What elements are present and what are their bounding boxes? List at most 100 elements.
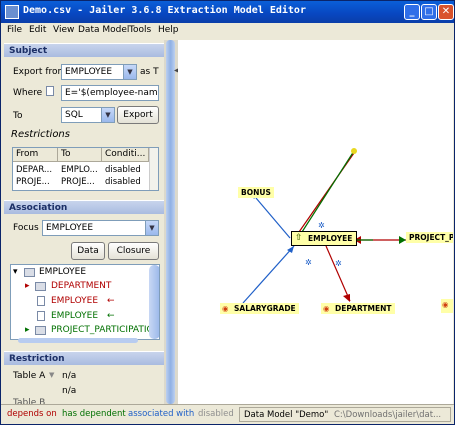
tree-item-label: PROJECT_PARTICIPATION xyxy=(51,325,160,335)
table-icon: ◉ xyxy=(323,304,330,313)
folder-icon xyxy=(24,268,35,277)
expand-icon[interactable]: ▾ xyxy=(13,267,18,277)
table-cell[interactable]: EMPLO... xyxy=(61,165,101,175)
legend-associated-with: associated with xyxy=(128,409,195,419)
menu-data-model[interactable]: Data Model xyxy=(78,25,129,35)
chevron-down-icon: ▼ xyxy=(123,65,136,79)
star-icon: ✲ xyxy=(318,221,325,230)
node-offscreen[interactable]: ◉ xyxy=(441,299,453,313)
edge-employee-department xyxy=(325,245,351,302)
star-icon: ✲ xyxy=(305,258,312,267)
node-employee[interactable]: ⇧ EMPLOYEE xyxy=(291,231,358,246)
edit-condition-icon[interactable] xyxy=(46,86,54,96)
edge-employee-self-green xyxy=(301,150,355,233)
menu-help[interactable]: Help xyxy=(158,25,179,35)
edge-employee-salarygrade xyxy=(242,245,295,304)
minimize-button[interactable]: _ xyxy=(404,4,420,20)
tree-item-project-participation[interactable]: ▸ PROJECT_PARTICIPATION xyxy=(25,325,159,335)
node-department[interactable]: ◉ DEPARTMENT xyxy=(321,303,395,314)
menu-file[interactable]: File xyxy=(7,25,22,35)
node-bonus[interactable]: BONUS xyxy=(238,187,274,198)
maximize-button[interactable]: □ xyxy=(421,4,437,20)
table-icon: ◉ xyxy=(222,304,229,313)
expand-icon[interactable]: ▸ xyxy=(25,281,30,291)
node-salarygrade-label: SALARYGRADE xyxy=(234,304,296,313)
restriction-header: Restriction xyxy=(4,351,164,365)
tree-item-label: EMPLOYEE xyxy=(39,267,87,277)
menu-tools[interactable]: Tools xyxy=(129,25,151,35)
chevron-down-icon: ▼ xyxy=(101,108,114,122)
as-label: as T xyxy=(140,67,159,77)
folder-icon xyxy=(35,326,46,335)
tree-item-root[interactable]: ▾ EMPLOYEE xyxy=(13,267,86,277)
self-association-dot xyxy=(351,148,357,154)
table-scrollbar[interactable] xyxy=(149,148,158,190)
app-icon xyxy=(5,5,19,19)
tree-item-department[interactable]: ▸ DEPARTMENT xyxy=(25,281,111,291)
data-model-info: Data Model "Demo" C:\Downloads\jailer\da… xyxy=(239,407,451,422)
arrow-left-icon: ← xyxy=(107,311,115,321)
table-icon: ◉ xyxy=(442,300,449,309)
close-button[interactable]: ✕ xyxy=(438,4,454,20)
association-header: Association xyxy=(4,200,164,214)
to-select[interactable]: SQL ▼ xyxy=(61,107,115,123)
expand-icon[interactable]: ▸ xyxy=(25,325,30,335)
column-header-to[interactable]: To xyxy=(58,148,102,162)
menu-view[interactable]: View xyxy=(53,25,74,35)
tree-scrollbar[interactable] xyxy=(149,265,159,339)
association-tree: ▾ EMPLOYEE ▸ DEPARTMENT EMPLOYEE ← EMPLO… xyxy=(10,264,160,340)
where-label: Where xyxy=(13,88,43,98)
menu-bar: File Edit View Data Model Tools Help xyxy=(1,23,454,39)
closure-button[interactable]: Closure xyxy=(108,242,159,260)
focus-label: Focus xyxy=(13,223,39,233)
star-icon: ✲ xyxy=(335,259,342,268)
arrow-head-icon xyxy=(343,294,350,302)
where-input[interactable]: E='$(employee-name)' xyxy=(61,85,159,101)
status-bar: depends on has dependent associated with… xyxy=(1,404,454,424)
legend-has-dependent: has dependent xyxy=(62,409,126,419)
tree-horizontal-scrollbar[interactable] xyxy=(18,338,138,343)
data-button[interactable]: Data xyxy=(71,242,105,260)
dropdown-triangle-icon: ▼ xyxy=(49,371,55,379)
splitter-handle[interactable] xyxy=(166,40,175,404)
graph-edges: ✲ ✲ ✲ xyxy=(242,148,406,304)
subject-header: Subject xyxy=(4,43,164,57)
table-cell[interactable]: DEPAR... xyxy=(16,165,56,175)
subject-icon: ⇧ xyxy=(295,233,303,243)
graph-canvas[interactable]: ✲ ✲ ✲ BONUS ⇧ EMPLOYEE PROJECT_P ◉ SALAR… xyxy=(178,40,453,404)
focus-select[interactable]: EMPLOYEE ▼ xyxy=(42,220,159,236)
legend-depends-on: depends on xyxy=(7,409,57,419)
table-a-label: Table A xyxy=(13,371,46,381)
node-employee-label: EMPLOYEE xyxy=(308,234,353,243)
table-cell[interactable]: PROJE... xyxy=(61,177,101,187)
folder-icon xyxy=(35,282,46,291)
table-cell[interactable]: PROJE... xyxy=(16,177,56,187)
column-header-condition[interactable]: Conditi... xyxy=(102,148,149,162)
edge-employee-bonus xyxy=(255,197,291,239)
title-bar[interactable]: Demo.csv - Jailer 3.6.8 Extraction Model… xyxy=(1,1,454,23)
arrow-head-icon xyxy=(399,236,406,244)
data-model-label: Data Model "Demo" xyxy=(244,410,329,420)
table-cell[interactable]: disabled xyxy=(105,165,147,175)
menu-edit[interactable]: Edit xyxy=(29,25,46,35)
panel-splitter[interactable]: ◀ xyxy=(164,40,179,404)
chevron-down-icon: ▼ xyxy=(145,221,158,235)
table-a-value: n/a xyxy=(62,371,77,381)
tree-item-label: EMPLOYEE xyxy=(51,296,99,306)
restrictions-table: From To Conditi... DEPAR... EMPLO... dis… xyxy=(12,147,159,191)
legend-disabled: disabled xyxy=(198,409,234,419)
node-salarygrade[interactable]: ◉ SALARYGRADE xyxy=(220,303,299,314)
table-cell[interactable]: disabled xyxy=(105,177,147,187)
export-button[interactable]: Export xyxy=(117,106,159,124)
column-header-from[interactable]: From xyxy=(13,148,58,162)
data-model-path: C:\Downloads\jailer\dat... xyxy=(334,410,442,420)
restrictions-title: Restrictions xyxy=(11,129,70,140)
export-from-select[interactable]: EMPLOYEE ▼ xyxy=(61,64,137,80)
tree-item-label: EMPLOYEE xyxy=(51,311,99,321)
window-title: Demo.csv - Jailer 3.6.8 Extraction Model… xyxy=(23,5,306,16)
arrow-left-icon: ← xyxy=(107,296,115,306)
node-project-participation[interactable]: PROJECT_P xyxy=(406,232,453,243)
node-department-label: DEPARTMENT xyxy=(335,304,392,313)
table-b-value: n/a xyxy=(62,386,77,396)
table-icon xyxy=(37,296,45,306)
